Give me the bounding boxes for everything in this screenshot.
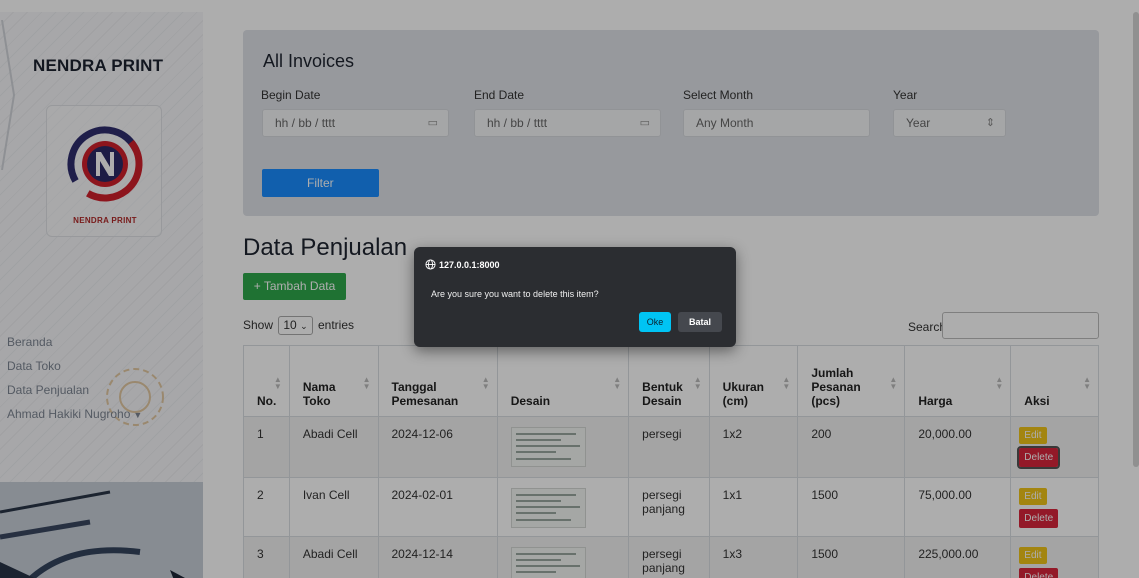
cancel-button[interactable]: Batal — [678, 312, 722, 332]
globe-icon — [425, 259, 436, 270]
page-scrollbar[interactable] — [1133, 12, 1139, 467]
ok-button[interactable]: Oke — [639, 312, 671, 332]
dialog-origin-text: 127.0.0.1:8000 — [439, 260, 500, 270]
dialog-origin: 127.0.0.1:8000 — [425, 259, 500, 270]
dialog-message: Are you sure you want to delete this ite… — [431, 289, 599, 299]
page: NENDRA PRINT NENDRA PRINT Beranda Data T… — [0, 0, 1139, 578]
confirm-dialog: 127.0.0.1:8000 Are you sure you want to … — [414, 247, 736, 347]
